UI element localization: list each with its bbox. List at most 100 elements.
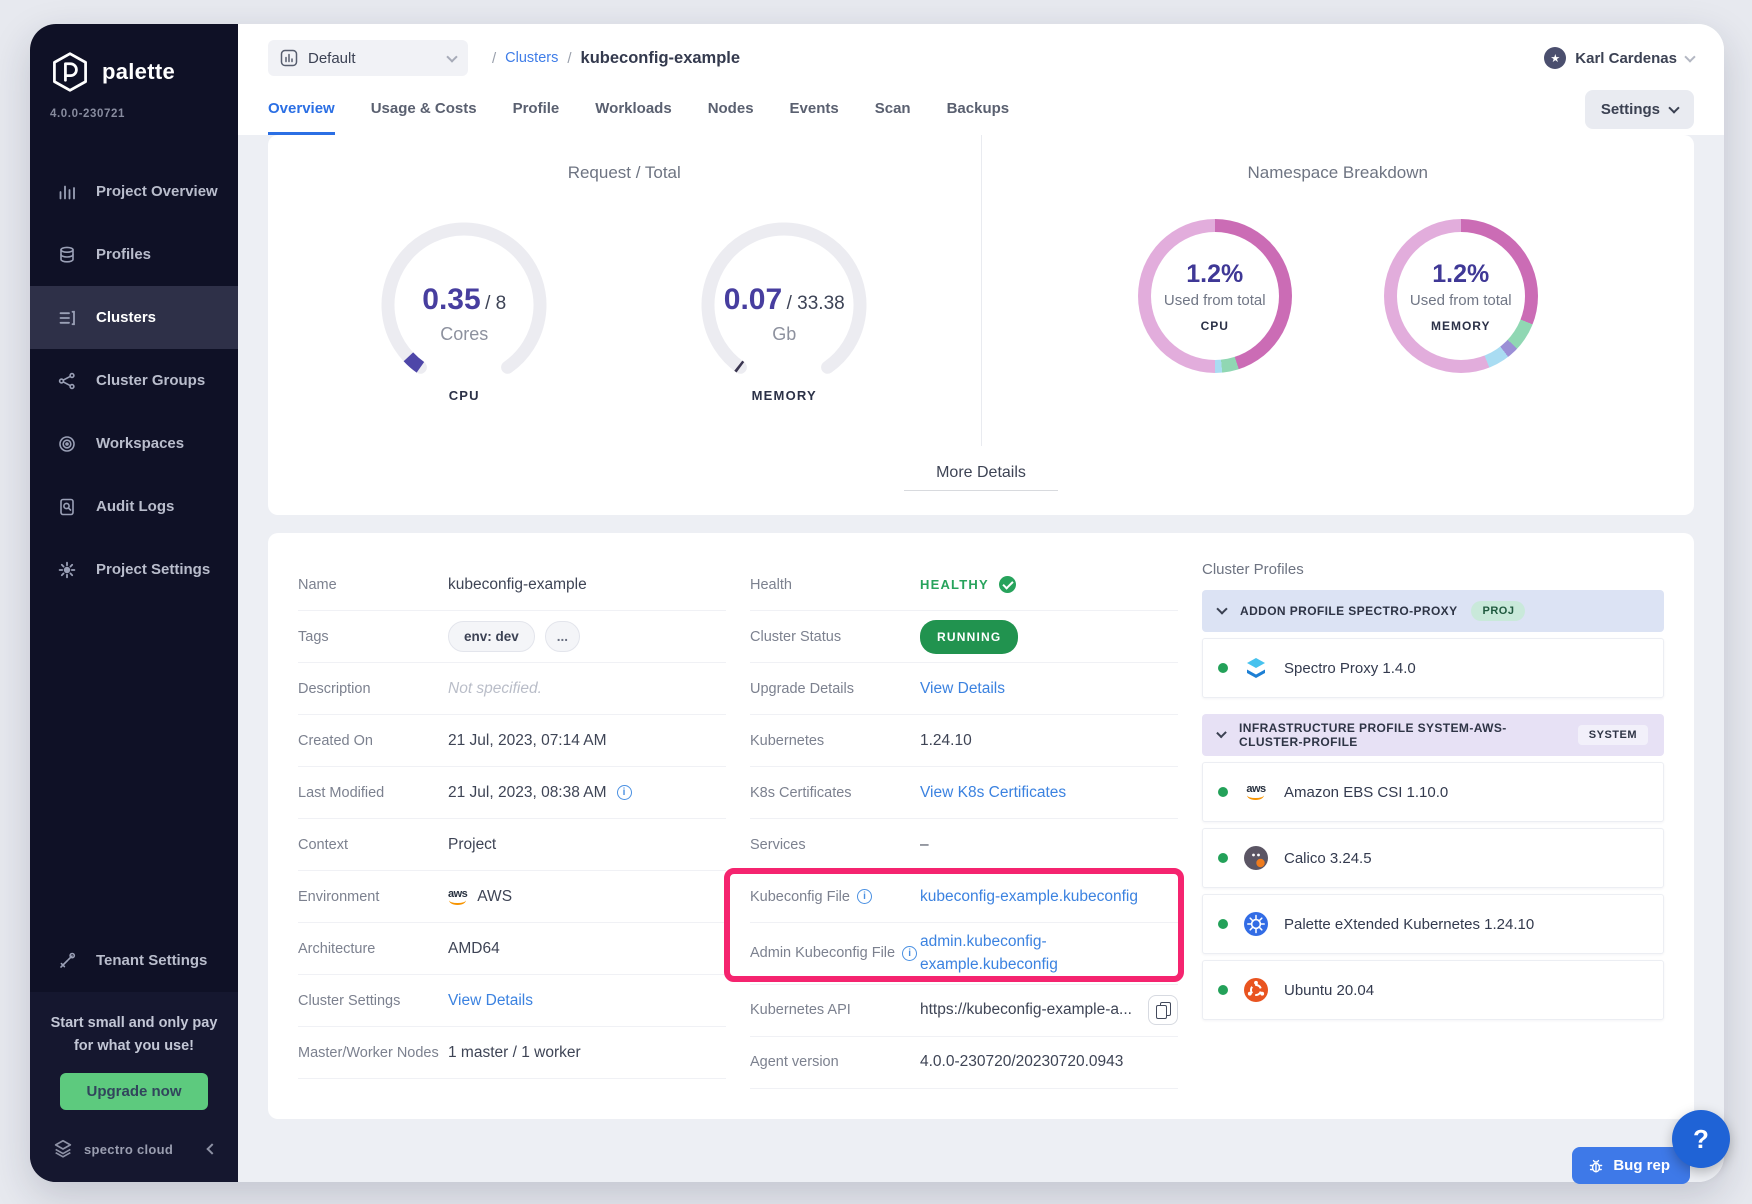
chevron-down-icon bbox=[1216, 603, 1227, 614]
sidebar-item-label: Tenant Settings bbox=[96, 952, 207, 969]
profile-pack-row-pxk[interactable]: Palette eXtended Kubernetes 1.24.10 bbox=[1202, 894, 1664, 954]
info-icon[interactable] bbox=[617, 785, 632, 800]
system-badge: SYSTEM bbox=[1578, 725, 1648, 745]
memory-total-value: / 33.38 bbox=[787, 293, 845, 314]
detail-row-environment: Environment aws AWS bbox=[298, 871, 726, 923]
more-details-button[interactable]: More Details bbox=[904, 456, 1058, 491]
cpu-namespace-donut: 1.2% Used from total CPU bbox=[1138, 219, 1292, 373]
cluster-name-value: kubeconfig-example bbox=[448, 576, 726, 594]
infrastructure-profile-name: INFRASTRUCTURE PROFILE SYSTEM-AWS-CLUSTE… bbox=[1239, 721, 1564, 749]
namespace-breakdown-title: Namespace Breakdown bbox=[1248, 163, 1428, 183]
calico-icon bbox=[1242, 844, 1270, 872]
settings-button[interactable]: Settings bbox=[1585, 90, 1694, 129]
help-button[interactable]: ? bbox=[1672, 1110, 1730, 1168]
details-column-left: Name kubeconfig-example Tags env: dev ..… bbox=[298, 559, 726, 1089]
bar-chart-icon bbox=[56, 182, 78, 202]
user-menu[interactable]: ★ Karl Cardenas bbox=[1544, 47, 1694, 69]
check-circle-icon bbox=[999, 576, 1016, 593]
k8s-certificates-link[interactable]: View K8s Certificates bbox=[920, 784, 1066, 802]
tab-overview[interactable]: Overview bbox=[268, 100, 335, 135]
tab-scan[interactable]: Scan bbox=[875, 100, 911, 135]
sidebar-item-audit-logs[interactable]: Audit Logs bbox=[30, 475, 238, 538]
user-name: Karl Cardenas bbox=[1575, 50, 1677, 67]
upgrade-details-link[interactable]: View Details bbox=[920, 680, 1005, 698]
profile-pack-row-ubuntu[interactable]: Ubuntu 20.04 bbox=[1202, 960, 1664, 1020]
collapse-sidebar-icon[interactable] bbox=[206, 1143, 217, 1154]
tab-events[interactable]: Events bbox=[790, 100, 839, 135]
sidebar-item-label: Project Settings bbox=[96, 561, 210, 578]
chevron-down-icon bbox=[1216, 728, 1227, 739]
memory-request-value: 0.07 bbox=[724, 283, 782, 316]
admin-kubeconfig-file-link[interactable]: admin.kubeconfig-example.kubeconfig bbox=[920, 930, 1082, 977]
details-card: Name kubeconfig-example Tags env: dev ..… bbox=[268, 533, 1694, 1119]
info-icon[interactable] bbox=[902, 946, 917, 961]
sidebar-item-profiles[interactable]: Profiles bbox=[30, 223, 238, 286]
aws-icon: aws bbox=[1242, 778, 1270, 806]
detail-row-admin-kubeconfig-file: Admin Kubeconfig File admin.kubeconfig-e… bbox=[750, 923, 1178, 985]
kubernetes-api-value: https://kubeconfig-example-a... bbox=[920, 1001, 1132, 1019]
sidebar-item-cluster-groups[interactable]: Cluster Groups bbox=[30, 349, 238, 412]
sidebar: palette 4.0.0-230721 Project Overview Pr… bbox=[30, 24, 238, 1182]
memory-donut-label: MEMORY bbox=[1431, 319, 1491, 333]
upgrade-now-button[interactable]: Upgrade now bbox=[60, 1073, 207, 1110]
cpu-used-percent: 1.2% bbox=[1186, 260, 1243, 289]
tab-workloads[interactable]: Workloads bbox=[595, 100, 671, 135]
tab-usage-costs[interactable]: Usage & Costs bbox=[371, 100, 477, 135]
sidebar-item-clusters[interactable]: Clusters bbox=[30, 286, 238, 349]
detail-row-last-modified: Last Modified 21 Jul, 2023, 08:38 AM bbox=[298, 767, 726, 819]
metrics-card: Request / Total 0.35 / 8 Core bbox=[268, 135, 1694, 515]
document-search-icon bbox=[56, 497, 78, 517]
project-selector[interactable]: Default bbox=[268, 40, 468, 76]
environment-value: AWS bbox=[477, 888, 512, 906]
memory-gauge: 0.07 / 33.38 Gb MEMORY bbox=[679, 213, 889, 405]
kubernetes-icon bbox=[1242, 910, 1270, 938]
sidebar-item-workspaces[interactable]: Workspaces bbox=[30, 412, 238, 475]
infrastructure-profile-header[interactable]: INFRASTRUCTURE PROFILE SYSTEM-AWS-CLUSTE… bbox=[1202, 714, 1664, 756]
agent-version-value: 4.0.0-230720/20230720.0943 bbox=[920, 1053, 1178, 1071]
chevron-down-icon bbox=[1668, 102, 1679, 113]
topbar: Default / Clusters / kubeconfig-example … bbox=[238, 24, 1724, 135]
info-icon[interactable] bbox=[857, 889, 872, 904]
addon-profile-name: ADDON PROFILE SPECTRO-PROXY bbox=[1240, 604, 1457, 618]
sidebar-item-label: Workspaces bbox=[96, 435, 184, 452]
main-area: Default / Clusters / kubeconfig-example … bbox=[238, 24, 1724, 1182]
spectro-cloud-logo-icon bbox=[52, 1138, 74, 1160]
detail-row-description: Description Not specified. bbox=[298, 663, 726, 715]
profile-pack-row-spectro-proxy[interactable]: Spectro Proxy 1.4.0 bbox=[1202, 638, 1664, 698]
kubeconfig-file-link[interactable]: kubeconfig-example.kubeconfig bbox=[920, 888, 1138, 906]
pack-status-dot bbox=[1218, 787, 1228, 797]
tab-nodes[interactable]: Nodes bbox=[708, 100, 754, 135]
help-question-icon: ? bbox=[1693, 1124, 1709, 1155]
detail-row-architecture: Architecture AMD64 bbox=[298, 923, 726, 975]
sidebar-item-tenant-settings[interactable]: Tenant Settings bbox=[30, 929, 238, 992]
ubuntu-icon bbox=[1242, 976, 1270, 1004]
chevron-down-icon bbox=[446, 51, 457, 62]
pack-name: Calico 3.24.5 bbox=[1284, 850, 1372, 867]
profile-pack-row-calico[interactable]: Calico 3.24.5 bbox=[1202, 828, 1664, 888]
tag-overflow[interactable]: ... bbox=[545, 621, 580, 652]
detail-row-name: Name kubeconfig-example bbox=[298, 559, 726, 611]
gear-icon bbox=[56, 560, 78, 580]
sidebar-item-project-overview[interactable]: Project Overview bbox=[30, 160, 238, 223]
tab-backups[interactable]: Backups bbox=[947, 100, 1010, 135]
cpu-total-value: / 8 bbox=[485, 293, 506, 314]
memory-namespace-donut: 1.2% Used from total MEMORY bbox=[1384, 219, 1538, 373]
context-value: Project bbox=[448, 836, 726, 854]
sidebar-spacer bbox=[30, 601, 238, 929]
cpu-used-caption: Used from total bbox=[1164, 292, 1266, 309]
sidebar-item-project-settings[interactable]: Project Settings bbox=[30, 538, 238, 601]
tab-profile[interactable]: Profile bbox=[513, 100, 560, 135]
bug-report-button[interactable]: Bug rep bbox=[1572, 1147, 1690, 1184]
addon-profile-header[interactable]: ADDON PROFILE SPECTRO-PROXY PROJ bbox=[1202, 590, 1664, 632]
tab-bar: Overview Usage & Costs Profile Workloads… bbox=[268, 100, 1009, 135]
detail-row-upgrade-details: Upgrade Details View Details bbox=[750, 663, 1178, 715]
breadcrumb-clusters-link[interactable]: Clusters bbox=[505, 50, 558, 66]
profile-pack-row-aws-ebs[interactable]: aws Amazon EBS CSI 1.10.0 bbox=[1202, 762, 1664, 822]
target-icon bbox=[56, 434, 78, 454]
cpu-gauge-label: CPU bbox=[359, 388, 569, 403]
copy-icon[interactable] bbox=[1148, 995, 1178, 1025]
settings-button-label: Settings bbox=[1601, 101, 1660, 118]
breadcrumb-separator: / bbox=[567, 50, 571, 67]
cluster-settings-link[interactable]: View Details bbox=[448, 992, 533, 1010]
created-on-value: 21 Jul, 2023, 07:14 AM bbox=[448, 732, 726, 750]
